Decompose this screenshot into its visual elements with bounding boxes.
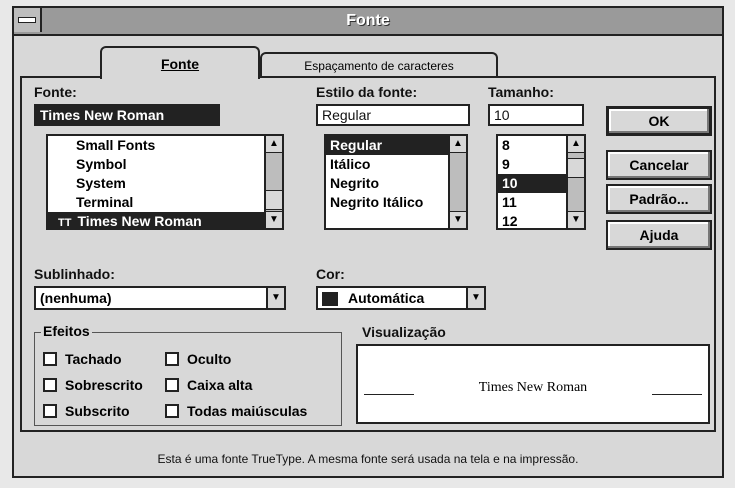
system-menu-icon[interactable] [14,8,42,32]
checkbox-box[interactable] [43,404,57,418]
preview-label: Visualização [362,324,446,340]
checkbox-subscrito[interactable]: Subscrito [43,403,130,419]
checkbox-tachado[interactable]: Tachado [43,351,122,367]
color-select[interactable]: Automática ▼ [316,286,486,310]
scroll-thumb[interactable] [266,190,282,210]
font-list-scrollbar[interactable]: ▲ ▼ [264,136,282,228]
font-list-item[interactable]: Terminal [48,193,282,212]
style-list-item-selected[interactable]: Regular [326,136,466,155]
style-label: Estilo da fonte: [316,84,418,100]
checkbox-sobrescrito[interactable]: Sobrescrito [43,377,143,393]
checkbox-label: Subscrito [65,403,130,419]
checkbox-label: Todas maiúsculas [187,403,308,419]
font-list-item-selected[interactable]: TT Times New Roman [48,212,282,229]
checkbox-todas-maiusculas[interactable]: Todas maiúsculas [165,403,307,419]
size-input[interactable]: 10 [488,104,584,126]
style-list[interactable]: Regular Itálico Negrito Negrito Itálico … [324,134,468,230]
scroll-down-icon[interactable]: ▼ [266,211,282,228]
checkbox-oculto[interactable]: Oculto [165,351,231,367]
style-list-scrollbar[interactable]: ▲ ▼ [448,136,466,228]
checkbox-box[interactable] [43,352,57,366]
title-bar[interactable]: Fonte [14,8,722,36]
size-list[interactable]: 8 9 10 11 12 ▲ ▼ [496,134,586,230]
tab-fonte[interactable]: Fonte [100,46,260,79]
effects-label: Efeitos [41,323,92,339]
checkbox-label: Oculto [187,351,232,367]
checkbox-box[interactable] [165,352,179,366]
font-input[interactable]: Times New Roman [34,104,220,126]
help-button[interactable]: Ajuda [606,220,712,250]
size-label: Tamanho: [488,84,554,100]
underline-label: Sublinhado: [34,266,115,282]
tab-espacamento[interactable]: Espaçamento de caracteres [260,52,498,78]
checkbox-box[interactable] [165,404,179,418]
style-list-item[interactable]: Negrito Itálico [326,193,466,212]
preview-box: Times New Roman [356,344,710,424]
scroll-down-icon[interactable]: ▼ [568,211,584,228]
color-swatch [322,292,338,307]
font-list-item[interactable]: Small Fonts [48,136,282,155]
checkbox-box[interactable] [165,378,179,392]
cancel-button[interactable]: Cancelar [606,150,712,180]
baseline-line [652,394,702,395]
chevron-down-icon[interactable]: ▼ [466,288,484,308]
checkbox-label: Tachado [65,351,122,367]
font-list-item[interactable]: Symbol [48,155,282,174]
style-list-item[interactable]: Itálico [326,155,466,174]
checkbox-label: Sobrescrito [65,377,143,393]
tab-panel: Fonte: Times New Roman Small Fonts Symbo… [20,76,716,432]
effects-group: Efeitos Tachado Sobrescrito Subscrito Oc… [34,323,342,426]
font-list[interactable]: Small Fonts Symbol System Terminal TT Tim… [46,134,284,230]
font-label: Fonte: [34,84,77,100]
color-value: Automática [348,290,425,306]
color-label: Cor: [316,266,345,282]
ok-button[interactable]: OK [606,106,712,136]
checkbox-box[interactable] [43,378,57,392]
status-text: Esta é uma fonte TrueType. A mesma fonte… [157,452,579,466]
style-input[interactable]: Regular [316,104,470,126]
style-list-item[interactable]: Negrito [326,174,466,193]
chevron-down-icon[interactable]: ▼ [266,288,284,308]
window-title: Fonte [346,12,390,29]
font-dialog: Fonte Fonte Espaçamento de caracteres Fo… [12,6,724,478]
truetype-icon: TT [58,217,72,229]
checkbox-caixa-alta[interactable]: Caixa alta [165,377,252,393]
checkbox-label: Caixa alta [187,377,253,393]
underline-select[interactable]: (nenhuma) ▼ [34,286,286,310]
scroll-up-icon[interactable]: ▲ [450,136,466,153]
font-list-item-label: Times New Roman [77,213,202,229]
scroll-down-icon[interactable]: ▼ [450,211,466,228]
font-list-item[interactable]: System [48,174,282,193]
default-button[interactable]: Padrão... [606,184,712,214]
size-list-scrollbar[interactable]: ▲ ▼ [566,136,584,228]
scroll-up-icon[interactable]: ▲ [266,136,282,153]
underline-value: (nenhuma) [40,290,112,306]
scroll-up-icon[interactable]: ▲ [568,136,584,153]
scroll-thumb[interactable] [568,158,584,178]
